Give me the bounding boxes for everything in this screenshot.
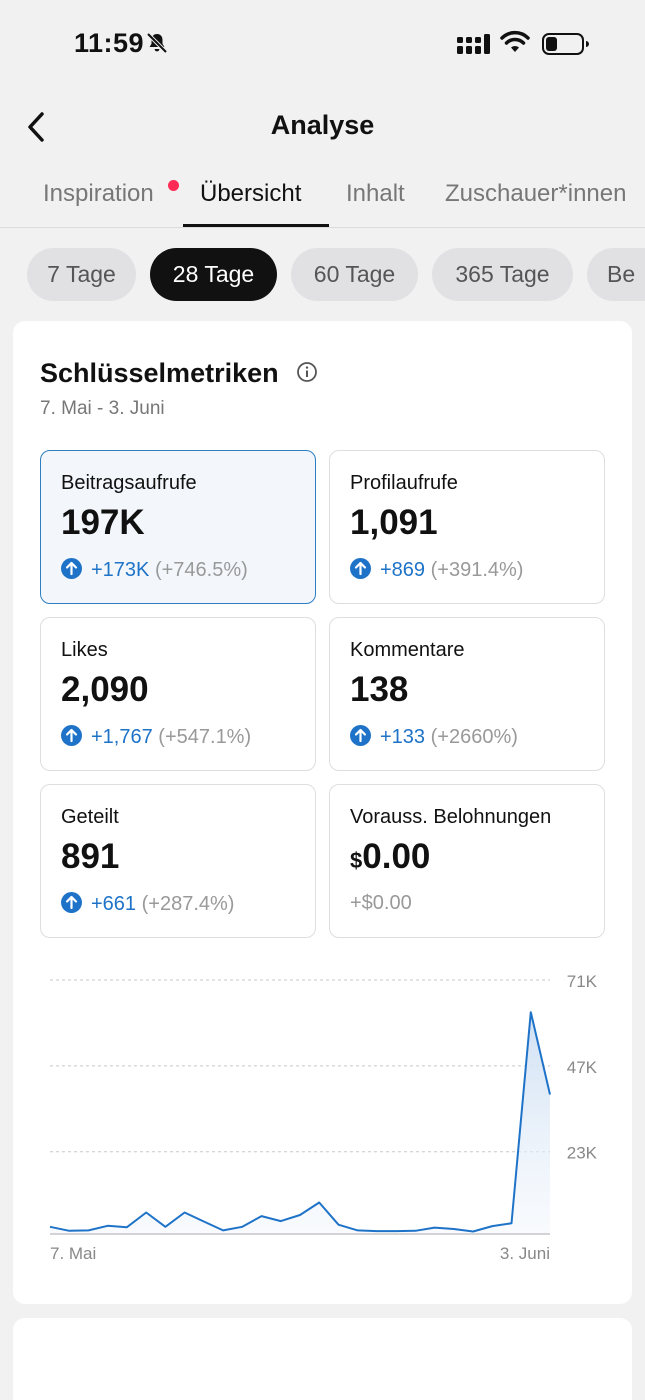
delta-percent: (+391.4%) [430, 559, 524, 581]
delta-absolute: +661 [91, 893, 137, 915]
range-7-days[interactable]: 7 Tage [27, 248, 136, 301]
range-60-days[interactable]: 60 Tage [291, 248, 418, 301]
currency-symbol: $ [350, 848, 363, 873]
page-title: Analyse [270, 110, 375, 140]
tab-bar: Inspiration Übersicht Inhalt Zuschauer*i… [0, 168, 645, 228]
arrow-up-icon [350, 558, 371, 579]
tab-ubersicht[interactable]: Übersicht [200, 180, 301, 208]
metric-post-views[interactable]: Beitragsaufrufe 197K +173K (+746.5%) [40, 450, 316, 604]
date-range: 7. Mai - 3. Juni [40, 398, 165, 419]
metric-delta: +869 (+391.4%) [350, 558, 523, 582]
range-custom[interactable]: Be [587, 248, 645, 301]
metric-label: Kommentare [350, 639, 465, 661]
delta-absolute: +173K [91, 559, 150, 581]
y-tick-label: 23K [567, 1144, 598, 1163]
tab-inhalt[interactable]: Inhalt [346, 180, 405, 208]
card-title: Schlüsselmetriken [40, 358, 279, 388]
delta-absolute: +869 [380, 559, 426, 581]
nav-bar: Analyse [0, 88, 645, 168]
range-365-days[interactable]: 365 Tage [432, 248, 573, 301]
metric-delta: +$0.00 [350, 892, 412, 915]
arrow-up-icon [61, 558, 82, 579]
metric-delta: +173K (+746.5%) [61, 558, 248, 582]
arrow-up-icon [61, 892, 82, 913]
delta-percent: (+2660%) [430, 726, 518, 748]
delta-percent: (+746.5%) [154, 559, 248, 581]
x-tick-label-start: 7. Mai [50, 1244, 96, 1263]
delta-absolute: +133 [380, 726, 426, 748]
wifi-icon [500, 30, 530, 52]
metric-amount: 0.00 [362, 837, 431, 876]
metric-likes[interactable]: Likes 2,090 +1,767 (+547.1%) [40, 617, 316, 771]
metric-value: 891 [61, 837, 120, 876]
key-metrics-card: Schlüsselmetriken 7. Mai - 3. Juni Beitr… [13, 321, 632, 1304]
post-views-chart: 23K 47K 71K 7. Mai 3. Juni [49, 972, 598, 1263]
range-selector: 7 Tage 28 Tage 60 Tage 365 Tage Be [0, 248, 645, 302]
metric-estimated-rewards[interactable]: Vorauss. Belohnungen $0.00 +$0.00 [329, 784, 605, 938]
metric-delta: +661 (+287.4%) [61, 892, 234, 916]
tab-inspiration[interactable]: Inspiration [43, 180, 154, 208]
active-tab-indicator [183, 224, 329, 227]
signal-icon [457, 34, 490, 54]
metric-label: Likes [61, 639, 108, 661]
metric-delta: +1,767 (+547.1%) [61, 725, 251, 749]
series-line [49, 1011, 551, 1233]
notification-dot [168, 180, 179, 191]
metric-shares[interactable]: Geteilt 891 +661 (+287.4%) [40, 784, 316, 938]
chevron-left-icon[interactable] [22, 110, 50, 144]
battery-icon [542, 33, 589, 55]
delta-absolute: +$0.00 [350, 892, 412, 914]
next-section-card [13, 1318, 632, 1400]
metric-delta: +133 (+2660%) [350, 725, 518, 749]
x-tick-label-end: 3. Juni [500, 1244, 550, 1263]
status-time: 11:59 [74, 28, 145, 58]
metric-value: 197K [61, 503, 145, 542]
metric-label: Profilaufrufe [350, 472, 458, 494]
metric-label: Geteilt [61, 806, 119, 828]
metric-comments[interactable]: Kommentare 138 +133 (+2660%) [329, 617, 605, 771]
delta-percent: (+287.4%) [141, 893, 235, 915]
metric-profile-views[interactable]: Profilaufrufe 1,091 +869 (+391.4%) [329, 450, 605, 604]
metric-value: 138 [350, 670, 409, 709]
delta-absolute: +1,767 [91, 726, 153, 748]
metric-value: 1,091 [350, 503, 438, 542]
y-tick-label: 71K [567, 972, 598, 991]
status-bar: 11:59 [0, 0, 645, 88]
metric-label: Beitragsaufrufe [61, 472, 197, 494]
arrow-up-icon [61, 725, 82, 746]
delta-percent: (+547.1%) [158, 726, 252, 748]
range-28-days[interactable]: 28 Tage [150, 248, 277, 301]
bell-slash-icon [146, 32, 168, 54]
area-fill [50, 1012, 550, 1234]
metric-value: $0.00 [350, 837, 430, 877]
tab-zuschauer[interactable]: Zuschauer*innen [445, 180, 626, 208]
arrow-up-icon [350, 725, 371, 746]
metric-label: Vorauss. Belohnungen [350, 806, 552, 828]
y-tick-label: 47K [567, 1058, 598, 1077]
info-icon[interactable] [296, 361, 318, 383]
metric-value: 2,090 [61, 670, 149, 709]
